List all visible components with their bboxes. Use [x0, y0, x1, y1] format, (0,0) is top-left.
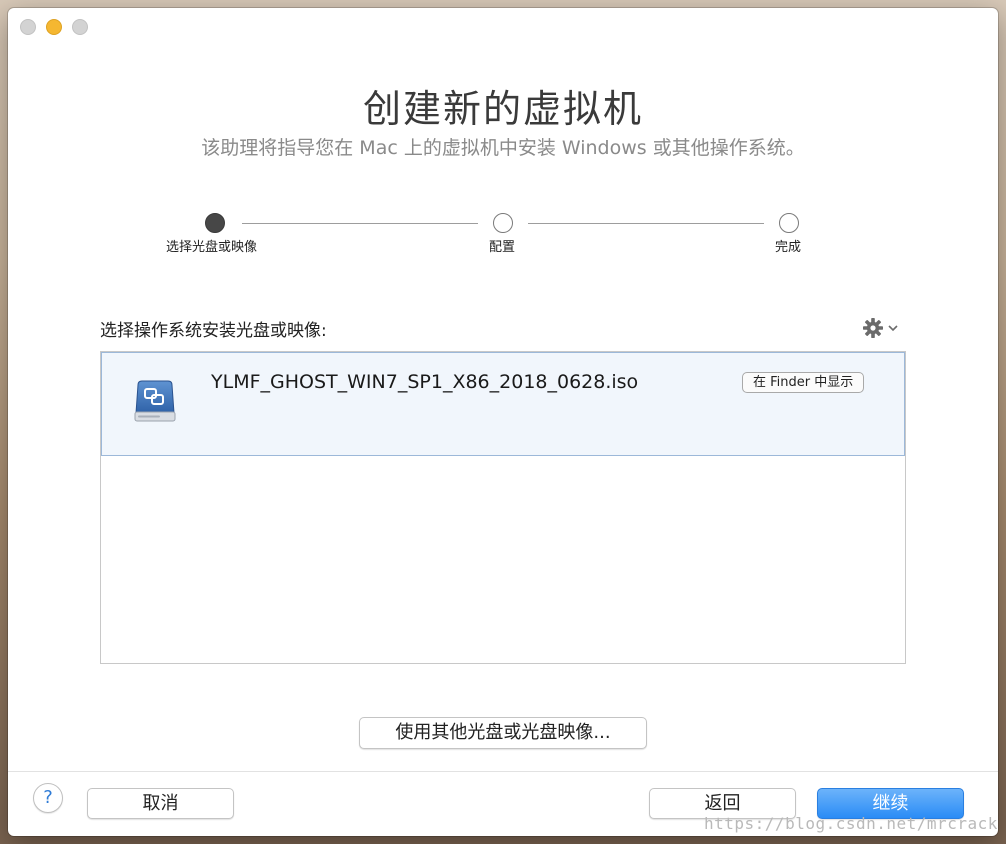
zoom-window-button[interactable]	[72, 19, 88, 35]
step-1-indicator	[205, 213, 225, 233]
cancel-button[interactable]: 取消	[87, 788, 234, 819]
step-3-label: 完成	[775, 240, 802, 255]
step-2-label: 配置	[489, 240, 516, 255]
window-controls	[20, 19, 88, 35]
gear-menu-button[interactable]	[862, 317, 899, 339]
minimize-window-button[interactable]	[46, 19, 62, 35]
step-3-indicator	[779, 213, 799, 233]
step-2-indicator	[493, 213, 513, 233]
page-subtitle: 该助理将指导您在 Mac 上的虚拟机中安装 Windows 或其他操作系统。	[201, 137, 805, 159]
page-title: 创建新的虚拟机	[362, 87, 643, 131]
progress-steps: 选择光盘或映像 配置 完成	[8, 210, 998, 270]
watermark: https://blog.csdn.net/mrcrack	[704, 814, 998, 833]
chevron-down-icon	[887, 323, 899, 333]
step-1-label: 选择光盘或映像	[166, 240, 258, 255]
gear-icon	[862, 317, 884, 339]
step-connector	[242, 223, 478, 224]
file-name: YLMF_GHOST_WIN7_SP1_X86_2018_0628.iso	[211, 371, 639, 393]
step-connector	[528, 223, 764, 224]
list-item[interactable]: YLMF_GHOST_WIN7_SP1_X86_2018_0628.iso 在 …	[101, 352, 905, 456]
install-source-list[interactable]: YLMF_GHOST_WIN7_SP1_X86_2018_0628.iso 在 …	[100, 351, 906, 664]
footer-divider	[8, 771, 998, 772]
show-in-finder-button[interactable]: 在 Finder 中显示	[742, 372, 865, 393]
vm-assistant-window: 创建新的虚拟机 该助理将指导您在 Mac 上的虚拟机中安装 Windows 或其…	[8, 8, 998, 836]
disk-image-icon	[132, 379, 178, 429]
help-button[interactable]: ?	[33, 783, 63, 813]
source-list-label: 选择操作系统安装光盘或映像:	[100, 321, 327, 341]
use-other-disc-button[interactable]: 使用其他光盘或光盘映像...	[359, 717, 647, 749]
close-window-button[interactable]	[20, 19, 36, 35]
